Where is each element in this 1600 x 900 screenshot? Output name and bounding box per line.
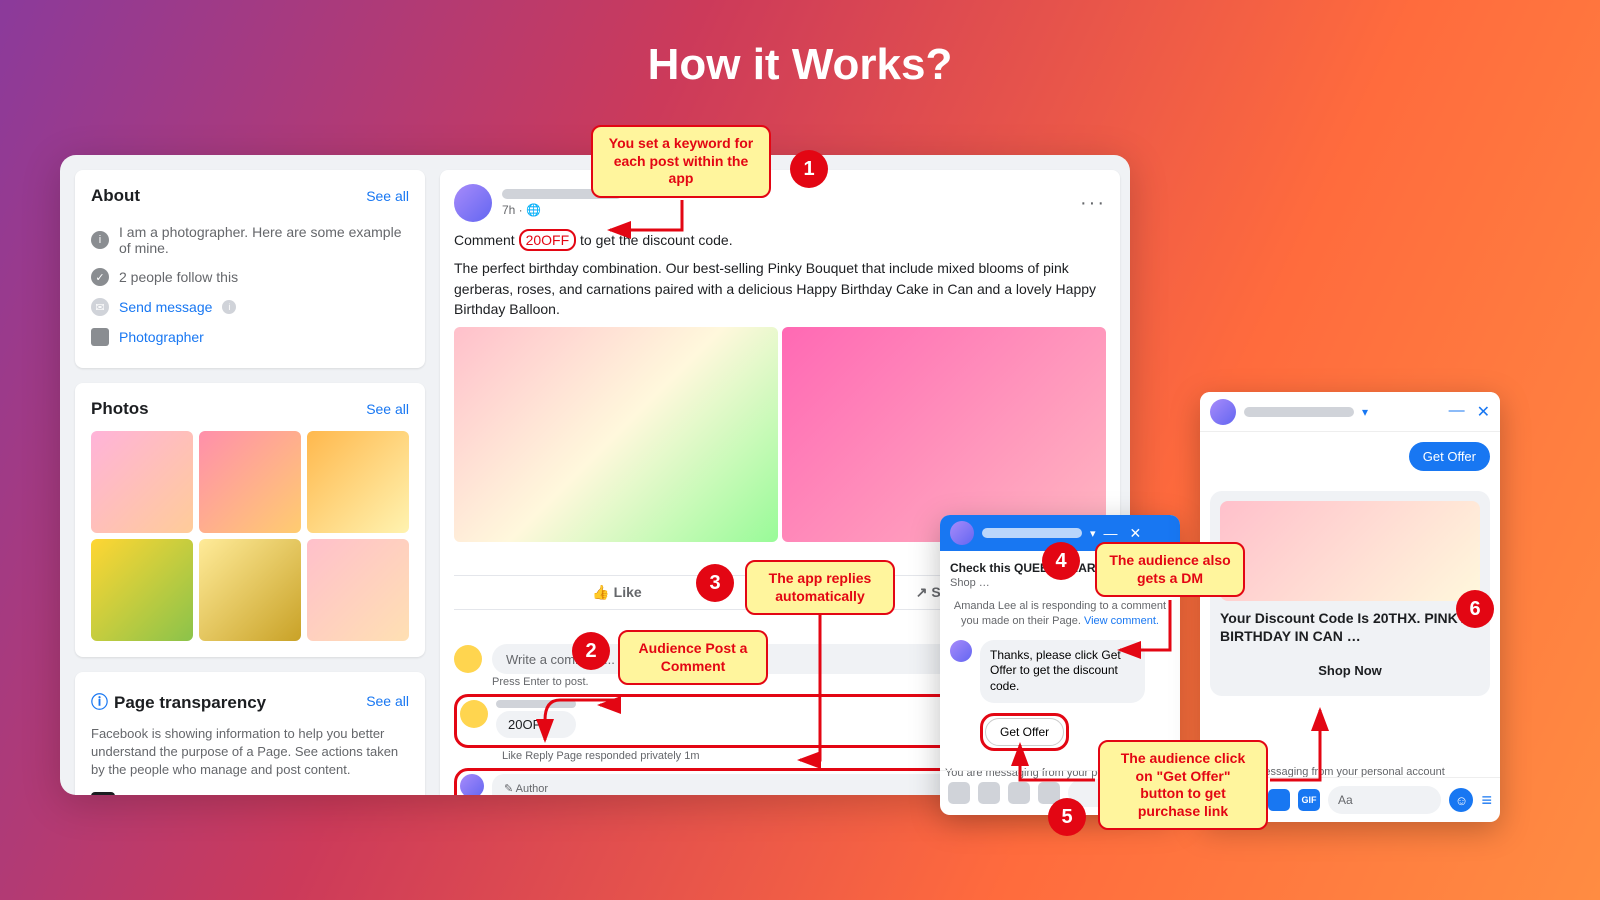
step-badge-3: 3 <box>696 564 734 602</box>
transparency-card: ⓘPage transparency See all Facebook is s… <box>75 672 425 795</box>
photo-thumb[interactable] <box>91 431 193 533</box>
flag-icon <box>91 792 115 795</box>
chevron-down-icon[interactable]: ▾ <box>1090 527 1096 540</box>
about-see-all-link[interactable]: See all <box>366 188 409 204</box>
about-bio: I am a photographer. Here are some examp… <box>119 224 409 256</box>
photo-thumb[interactable] <box>307 431 409 533</box>
avatar[interactable] <box>460 700 488 728</box>
chevron-down-icon[interactable]: ▾ <box>1362 405 1368 419</box>
comment-bubble: 20OFF <box>496 711 576 738</box>
about-followers: 2 people follow this <box>119 269 238 285</box>
message-bubble: Thanks, please click Get Offer to get th… <box>980 640 1145 703</box>
category-icon <box>91 328 109 346</box>
transparency-heading: ⓘPage transparency <box>91 688 266 713</box>
avatar[interactable] <box>460 774 484 795</box>
step-badge-6: 6 <box>1456 590 1494 628</box>
close-icon[interactable]: ✕ <box>1477 402 1490 422</box>
emoji-icon[interactable]: ☺ <box>1449 788 1473 812</box>
send-message-link[interactable]: Send message <box>119 299 212 315</box>
step-badge-5: 5 <box>1048 798 1086 836</box>
photos-see-all-link[interactable]: See all <box>366 401 409 417</box>
photo-grid <box>91 431 409 641</box>
chat-contact-name[interactable] <box>982 528 1082 538</box>
avatar[interactable] <box>950 521 974 545</box>
step-badge-1: 1 <box>790 150 828 188</box>
page-title: How it Works? <box>0 40 1600 90</box>
product-card[interactable]: Your Discount Code Is 20THX. PINKY BIRTH… <box>1210 491 1490 696</box>
info-icon: i <box>91 231 109 249</box>
post-timestamp: 7h · 🌐 <box>502 203 1070 217</box>
info-sub-icon: i <box>222 300 236 314</box>
step-badge-2: 2 <box>572 632 610 670</box>
callout-get-offer: The audience click on "Get Offer" button… <box>1098 740 1268 830</box>
post-text-body: The perfect birthday combination. Our be… <box>454 258 1106 319</box>
quick-reply-get-offer[interactable]: Get Offer <box>985 718 1064 746</box>
post-text-line1: Comment 20OFF to get the discount code. <box>454 230 1106 250</box>
callout-dm: The audience also gets a DM <box>1095 542 1245 597</box>
image-icon[interactable] <box>978 782 1000 804</box>
plus-icon[interactable] <box>948 782 970 804</box>
minimize-icon[interactable]: — <box>1449 402 1465 422</box>
post-menu-button[interactable]: ··· <box>1080 192 1106 215</box>
callout-comment: Audience Post a Comment <box>618 630 768 685</box>
post-image[interactable] <box>454 327 778 542</box>
shop-now-button[interactable]: Shop Now <box>1220 655 1480 686</box>
callout-keyword: You set a keyword for each post within t… <box>591 125 771 198</box>
close-icon[interactable]: ✕ <box>1130 525 1142 542</box>
sticker-icon[interactable] <box>1008 782 1030 804</box>
photos-heading: Photos <box>91 399 149 419</box>
chat-contact-name[interactable] <box>1244 407 1354 417</box>
photo-thumb[interactable] <box>307 539 409 641</box>
minimize-icon[interactable]: — <box>1104 525 1118 542</box>
photos-card: Photos See all <box>75 383 425 657</box>
keyword-highlight: 20OFF <box>519 229 577 251</box>
product-image <box>1220 501 1480 601</box>
chat-context-note: Amanda Lee al is responding to a comment… <box>950 599 1170 630</box>
gif-icon[interactable]: GIF <box>1298 789 1320 811</box>
view-comment-link[interactable]: View comment. <box>1084 615 1159 627</box>
avatar[interactable] <box>1210 399 1236 425</box>
post-image[interactable] <box>782 327 1106 542</box>
photo-thumb[interactable] <box>199 539 301 641</box>
transparency-see-all-link[interactable]: See all <box>366 693 409 709</box>
chat-input[interactable]: Aa <box>1328 786 1441 814</box>
avatar <box>454 645 482 673</box>
step-badge-4: 4 <box>1042 542 1080 580</box>
sticker-icon[interactable] <box>1268 789 1290 811</box>
sidebar: About See all i I am a photographer. Here… <box>75 170 425 795</box>
avatar <box>950 640 972 662</box>
menu-icon[interactable]: ≡ <box>1481 790 1492 811</box>
photo-thumb[interactable] <box>199 431 301 533</box>
about-card: About See all i I am a photographer. Here… <box>75 170 425 368</box>
check-icon: ✓ <box>91 268 109 286</box>
about-heading: About <box>91 186 140 206</box>
author-badge: ✎ Author <box>504 782 548 795</box>
avatar[interactable] <box>454 184 492 222</box>
commenter-name[interactable] <box>496 700 576 708</box>
sent-message-get-offer: Get Offer <box>1409 442 1490 471</box>
transparency-body: Facebook is showing information to help … <box>91 725 409 780</box>
photo-thumb[interactable] <box>91 539 193 641</box>
callout-auto-reply: The app replies automatically <box>745 560 895 615</box>
product-title: Your Discount Code Is 20THX. PINKY BIRTH… <box>1220 609 1480 645</box>
category-link[interactable]: Photographer <box>119 329 204 345</box>
message-icon: ✉ <box>91 298 109 316</box>
